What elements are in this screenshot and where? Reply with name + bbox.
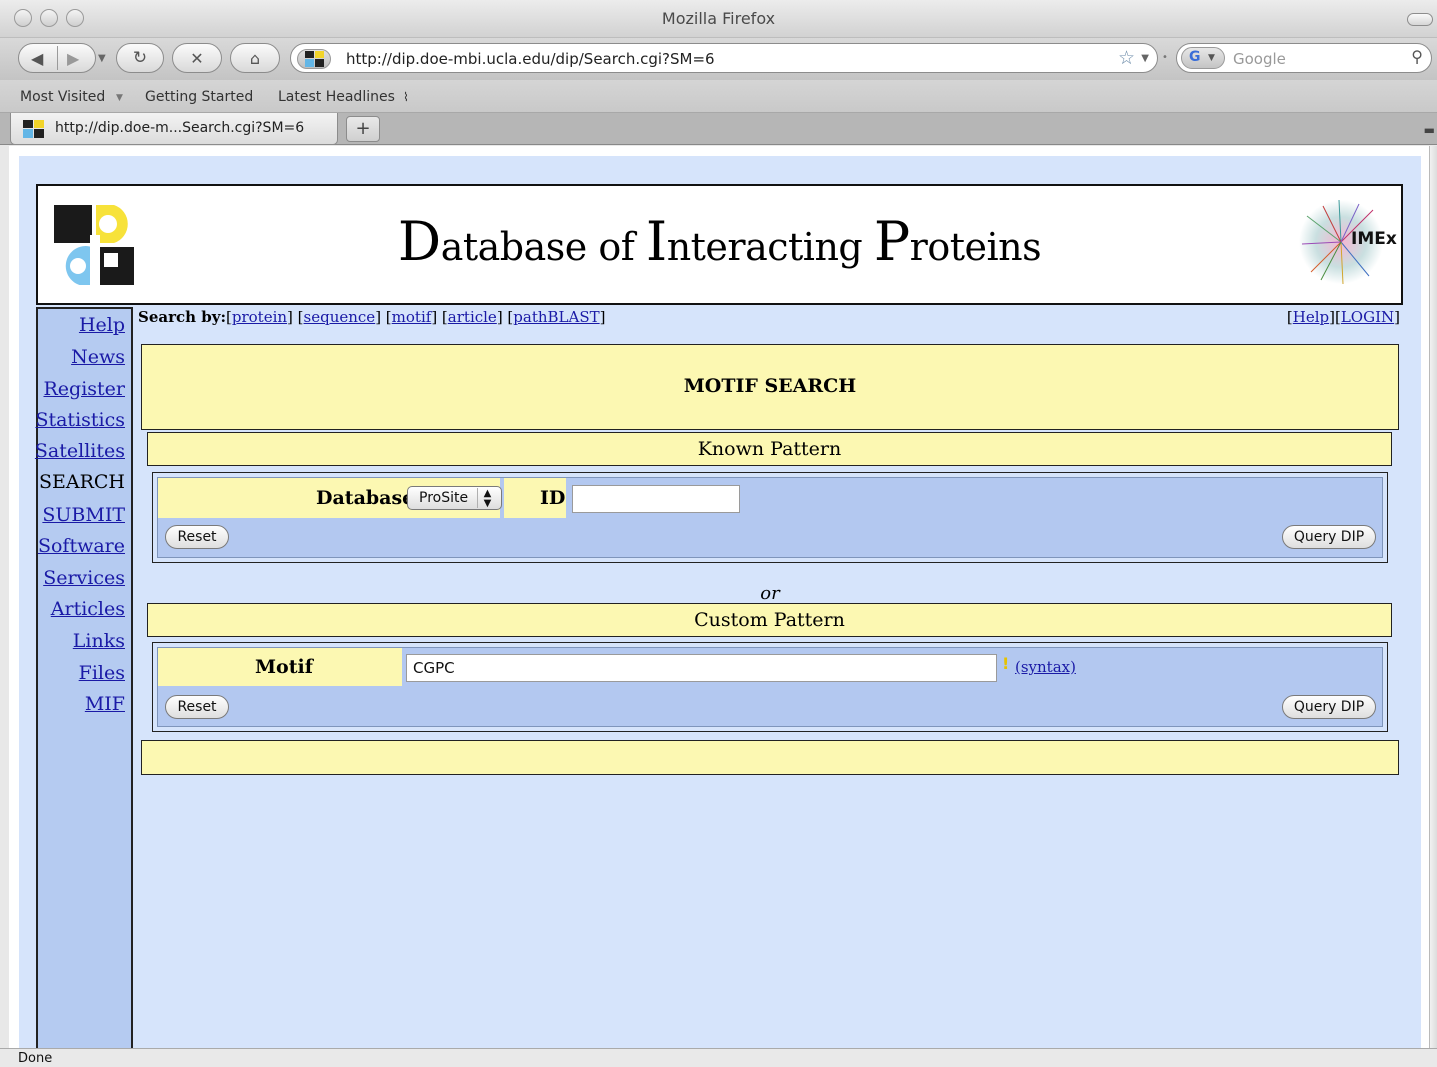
sidebar-item-submit[interactable]: SUBMIT [42,504,125,526]
sidebar-item-articles[interactable]: Articles [51,598,125,620]
url-text[interactable]: http://dip.doe-mbi.ucla.edu/dip/Search.c… [346,50,715,68]
url-history-dropdown-icon[interactable]: ▼ [1141,53,1149,64]
sidebar-item-mif[interactable]: MIF [85,693,125,715]
motif-input[interactable] [406,654,997,682]
database-select-value: ProSite [419,490,469,506]
status-bar: Done [0,1048,1437,1067]
search-by-label: Search by: [138,308,227,326]
sidebar-item-services[interactable]: Services [43,567,125,589]
custom-reset-button[interactable]: Reset [165,695,229,719]
custom-pattern-form: Motif ! (syntax) Reset Query DIP [152,642,1388,732]
web-viewport: Database of Interacting Proteins IMEx He… [9,146,1437,1048]
side-navigation: Help News Register Statistics Satellites… [35,307,133,1048]
database-label: Database [316,487,415,509]
sidebar-item-search: SEARCH [38,471,125,493]
site-header: Database of Interacting Proteins IMEx [36,184,1403,305]
navigation-toolbar: ◀ ▶ ▼ ↻ ✕ ⌂ http://dip.doe-mbi.ucla.edu/… [0,38,1437,80]
custom-pattern-title: Custom Pattern [694,609,845,631]
new-tab-button[interactable]: + [346,116,380,142]
google-engine-icon[interactable]: G ▼ [1181,47,1225,69]
motif-search-header: MOTIF SEARCH [141,344,1399,430]
custom-pattern-form-inner: Motif ! (syntax) Reset Query DIP [157,647,1383,727]
motif-label: Motif [255,656,313,678]
custom-query-dip-button[interactable]: Query DIP [1282,695,1376,719]
warning-icon: ! [1002,654,1010,673]
bookmark-getting-started[interactable]: Getting Started [145,89,253,105]
site-favicon-icon [23,120,44,138]
custom-pattern-header: Custom Pattern [147,603,1392,637]
sidebar-item-files[interactable]: Files [79,662,125,684]
bookmark-most-visited[interactable]: Most Visited [20,89,105,105]
sidebar-item-statistics[interactable]: Statistics [35,409,125,431]
vertical-scrollbar[interactable] [1429,146,1437,1048]
tab-dip-search[interactable]: http://dip.doe-m...Search.cgi?SM=6 [10,113,338,145]
sidebar-item-links[interactable]: Links [73,630,125,652]
search-by-pathblast-link[interactable]: pathBLAST [513,308,599,326]
known-query-dip-button[interactable]: Query DIP [1282,525,1376,549]
tab-list-icon[interactable]: ▬ [1424,123,1435,137]
select-updown-icon: ▲ ▼ [477,488,497,509]
footer-bar [141,740,1399,775]
login-link[interactable]: LOGIN [1341,308,1394,326]
id-input[interactable] [572,485,740,513]
id-label: ID [540,487,566,509]
site-favicon-icon[interactable] [297,49,331,69]
forward-arrow-icon[interactable]: ▶ [67,49,79,68]
address-bar[interactable]: http://dip.doe-mbi.ucla.edu/dip/Search.c… [290,43,1158,73]
reload-icon: ↻ [132,48,148,68]
search-by-motif-link[interactable]: motif [392,308,432,326]
search-by-article-link[interactable]: article [448,308,497,326]
sidebar-item-register[interactable]: Register [43,378,125,400]
sidebar-item-help[interactable]: Help [79,314,125,336]
imex-logo[interactable]: IMEx [1299,194,1397,290]
help-link[interactable]: Help [1293,308,1329,326]
tab-strip: http://dip.doe-m...Search.cgi?SM=6 + ▬ [0,113,1437,145]
known-pattern-title: Known Pattern [697,438,842,460]
back-forward-group: ◀ ▶ [18,43,96,73]
bookmarks-toolbar: Most Visited ▼ Getting Started Latest He… [0,80,1437,113]
bookmark-latest-headlines[interactable]: Latest Headlines [278,89,395,105]
page-title: MOTIF SEARCH [683,375,857,397]
stop-button[interactable]: ✕ [172,43,222,73]
home-button[interactable]: ⌂ [230,43,280,73]
separator-dot: • [1162,52,1168,63]
web-search-box[interactable]: G ▼ Google ⚲ [1176,43,1432,73]
window-title: Mozilla Firefox [661,9,776,28]
sidebar-item-software[interactable]: Software [38,535,125,557]
known-pattern-header: Known Pattern [147,432,1392,466]
toolbar-toggle-button[interactable] [1407,13,1433,26]
search-placeholder: Google [1233,50,1286,68]
search-by-bar: Search by:[protein] [sequence] [motif] [… [138,308,606,326]
known-pattern-form-inner: Database ProSite ▲ ▼ ID Reset Query DIP [157,477,1383,558]
tab-label: http://dip.doe-m...Search.cgi?SM=6 [55,120,305,136]
history-dropdown-icon[interactable]: ▼ [98,53,106,64]
known-reset-button[interactable]: Reset [165,525,229,549]
back-arrow-icon[interactable]: ◀ [31,49,43,68]
or-separator: or [760,583,780,604]
search-by-sequence-link[interactable]: sequence [304,308,376,326]
imex-label: IMEx [1351,229,1397,249]
chevron-down-icon: ▼ [116,93,123,103]
syntax-help-link[interactable]: (syntax) [1015,658,1076,676]
site-title: Database of Interacting Proteins [397,210,1042,273]
status-text: Done [18,1051,53,1066]
sidebar-item-news[interactable]: News [71,346,125,368]
known-pattern-form: Database ProSite ▲ ▼ ID Reset Query DIP [152,472,1388,563]
magnifier-icon[interactable]: ⚲ [1411,47,1423,66]
stop-icon: ✕ [190,48,204,68]
search-by-protein-link[interactable]: protein [232,308,287,326]
bookmark-star-icon[interactable]: ☆ [1118,47,1135,69]
reload-button[interactable]: ↻ [116,43,164,73]
account-links: [Help][LOGIN] [1286,308,1400,326]
window-titlebar: Mozilla Firefox [0,0,1437,38]
rss-feed-icon: ⌇ [403,90,409,104]
database-select[interactable]: ProSite ▲ ▼ [407,486,502,510]
sidebar-item-satellites[interactable]: Satellites [35,440,125,462]
home-icon: ⌂ [249,48,261,68]
page-body: Database of Interacting Proteins IMEx He… [19,156,1421,1048]
